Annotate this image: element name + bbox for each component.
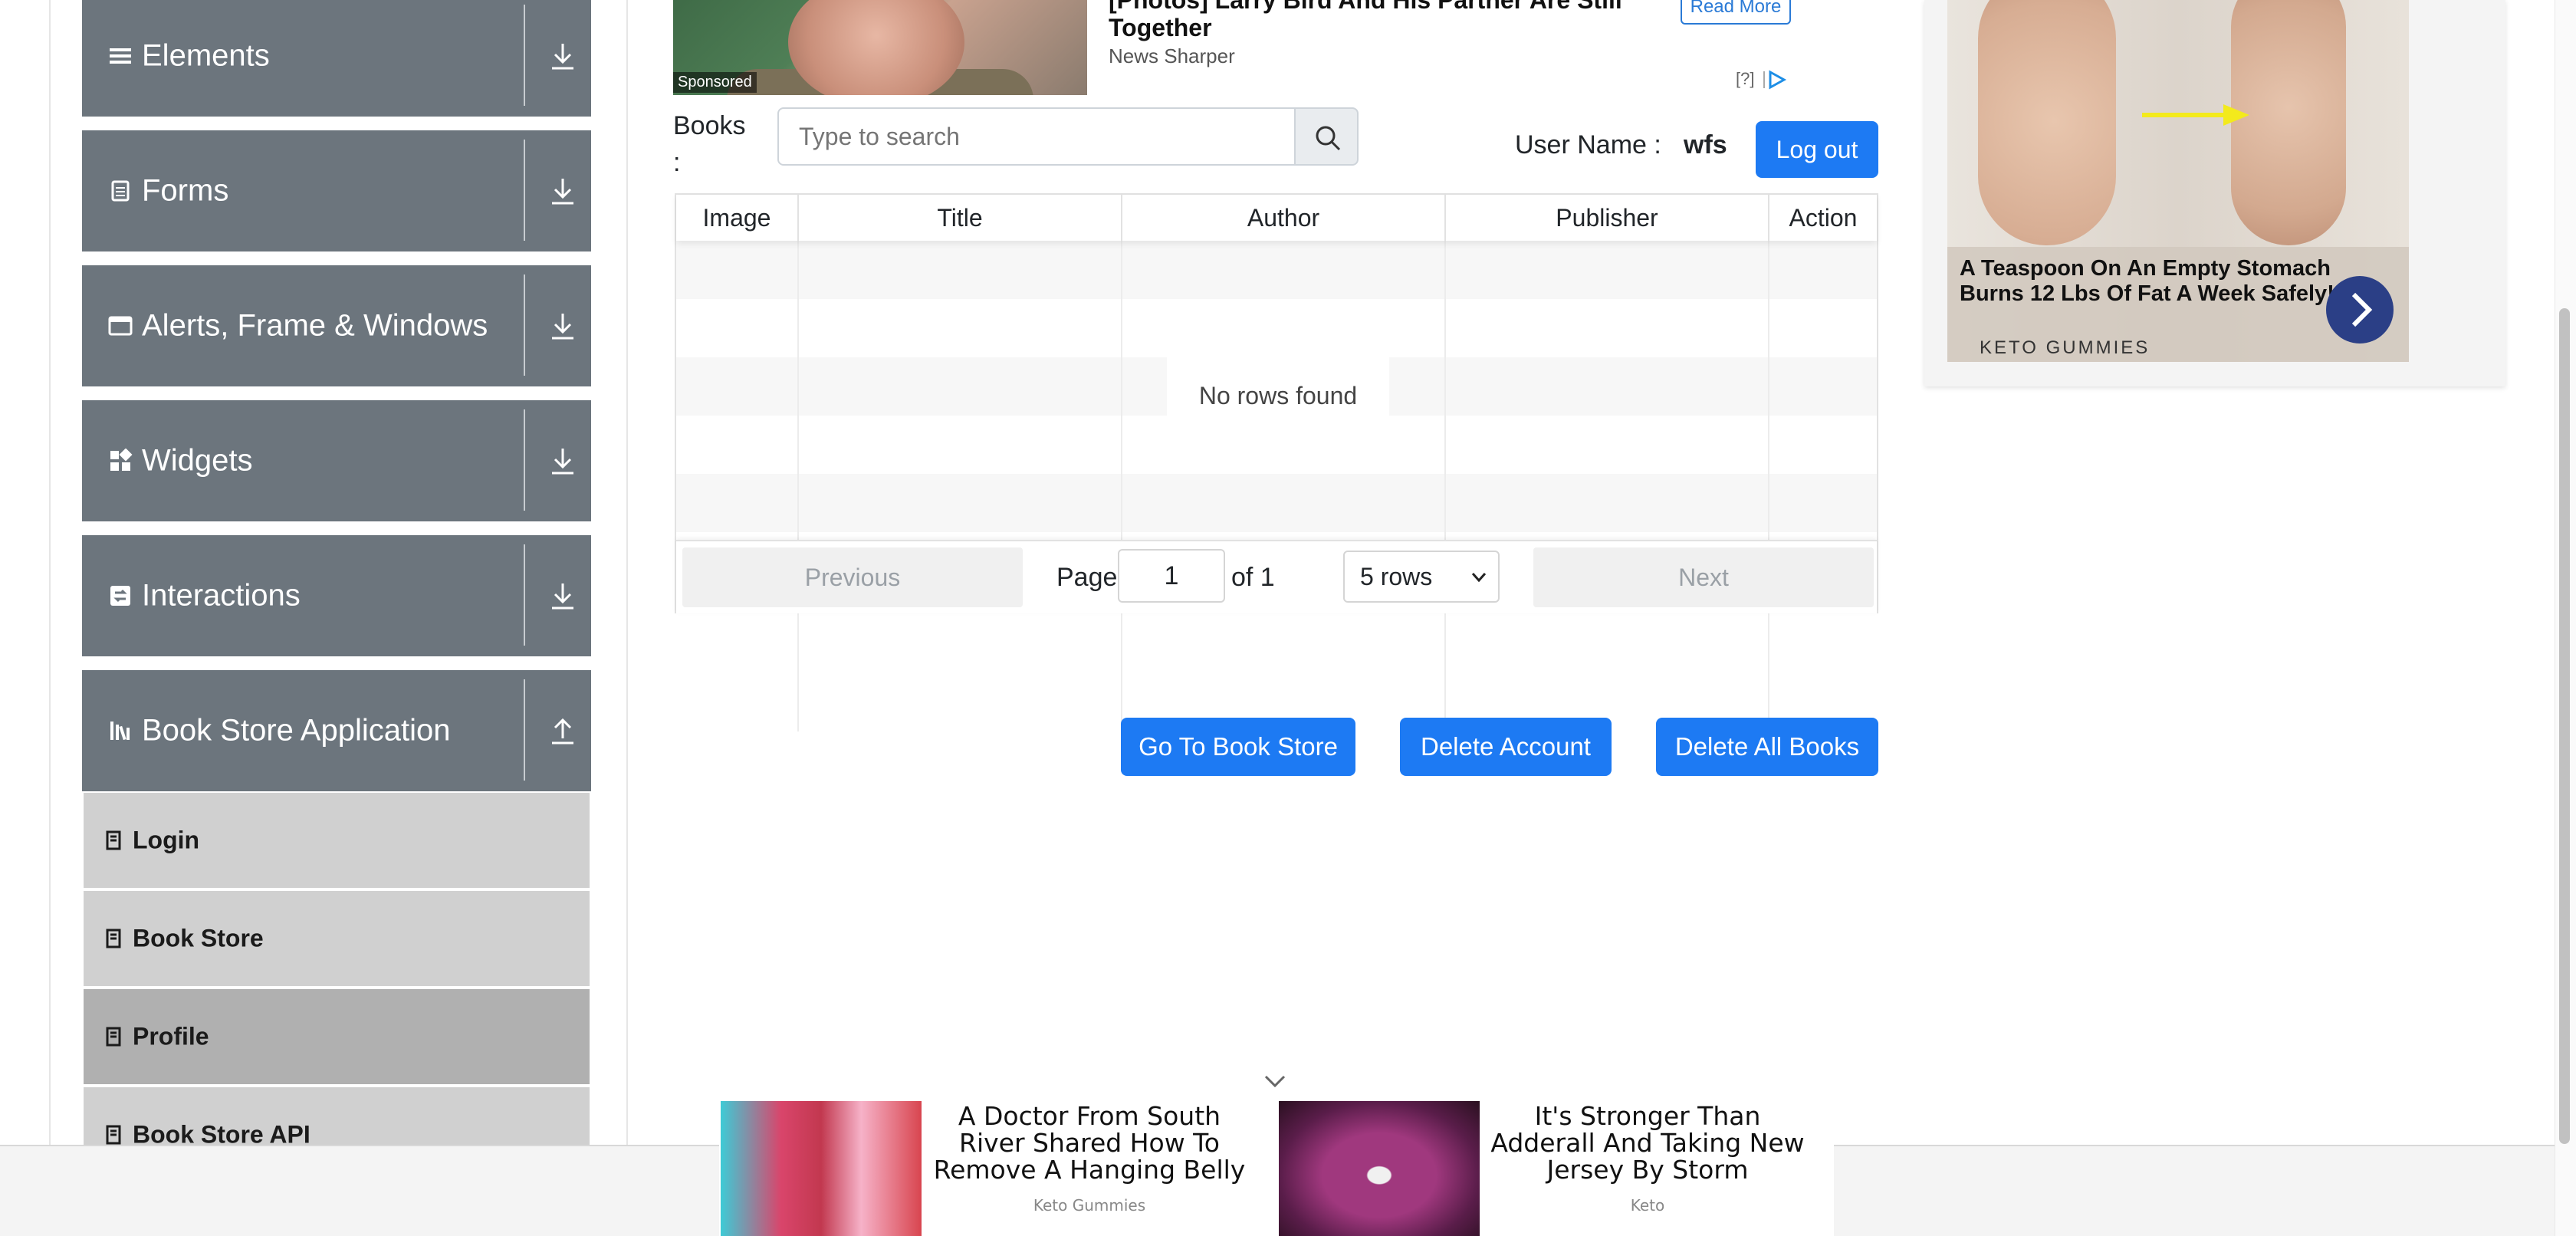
adchoices-triangle-icon bbox=[1763, 70, 1786, 90]
chevron-down-icon bbox=[1471, 573, 1487, 583]
scrollbar-thumb[interactable] bbox=[2559, 308, 2570, 1144]
search-input[interactable] bbox=[777, 107, 1296, 166]
rows-per-page-value: 5 rows bbox=[1360, 563, 1433, 590]
right-ad-text[interactable]: A Teaspoon On An Empty Stomach Burns 12 … bbox=[1960, 256, 2343, 307]
user-name-label: User Name : bbox=[1515, 130, 1661, 159]
column-header-author[interactable]: Author bbox=[1122, 195, 1446, 241]
sidebar-group-label: Forms bbox=[142, 173, 229, 208]
separator bbox=[524, 679, 525, 781]
next-button[interactable]: Next bbox=[1533, 547, 1874, 607]
separator bbox=[524, 409, 525, 511]
table-row bbox=[676, 474, 1877, 532]
sidebar-group-widgets[interactable]: Widgets bbox=[82, 400, 591, 521]
book-icon bbox=[106, 830, 121, 850]
download-arrow-icon[interactable] bbox=[550, 445, 576, 476]
sidebar-group-label: Widgets bbox=[142, 443, 253, 478]
upload-arrow-icon[interactable] bbox=[550, 715, 576, 746]
column-header-image[interactable]: Image bbox=[676, 195, 799, 241]
sidebar-group-book-store-application[interactable]: Book Store Application bbox=[82, 670, 591, 791]
sidebar-item-label: Profile bbox=[133, 1022, 209, 1050]
separator bbox=[524, 5, 525, 106]
books-label: Books : bbox=[673, 111, 746, 177]
bottom-ad-image-1[interactable] bbox=[721, 1101, 922, 1236]
download-arrow-icon[interactable] bbox=[550, 580, 576, 611]
right-ad-go-button[interactable] bbox=[2326, 276, 2394, 344]
sidebar-item-label: Login bbox=[133, 826, 200, 854]
adchoices-icon[interactable]: [?] bbox=[1736, 69, 1787, 90]
delete-all-books-button[interactable]: Delete All Books bbox=[1656, 718, 1878, 776]
page-number-input[interactable]: 1 bbox=[1118, 549, 1225, 603]
bottom-ad-source-2: Keto bbox=[1630, 1196, 1665, 1215]
right-ad-brand: KETO GUMMIES bbox=[1980, 337, 2150, 358]
window-icon bbox=[108, 316, 133, 336]
separator bbox=[524, 544, 525, 646]
sponsored-tag: Sponsored bbox=[673, 72, 757, 93]
book-icon bbox=[106, 1027, 121, 1047]
sidebar-group-label: Interactions bbox=[142, 578, 301, 613]
interactions-icon bbox=[110, 586, 130, 606]
rows-per-page-select[interactable]: 5 rows bbox=[1343, 551, 1500, 603]
no-rows-message: No rows found bbox=[1167, 357, 1389, 422]
table-row bbox=[676, 241, 1877, 299]
top-ad-source: News Sharper bbox=[1109, 44, 1235, 67]
table-header: Image Title Author Publisher Action bbox=[676, 195, 1877, 241]
logout-button[interactable]: Log out bbox=[1756, 121, 1878, 178]
previous-button[interactable]: Previous bbox=[682, 547, 1023, 607]
bottom-ad-text-2[interactable]: It's Stronger Than Adderall And Taking N… bbox=[1481, 1103, 1814, 1183]
form-icon bbox=[111, 180, 130, 202]
sidebar-item-profile[interactable]: Profile bbox=[84, 989, 590, 1084]
widgets-icon bbox=[110, 449, 133, 471]
hamburger-icon bbox=[110, 48, 131, 64]
bottom-ad-image-2[interactable] bbox=[1279, 1101, 1480, 1236]
separator bbox=[524, 274, 525, 376]
sidebar-group-alerts[interactable]: Alerts, Frame & Windows bbox=[82, 265, 591, 386]
download-arrow-icon[interactable] bbox=[550, 311, 576, 341]
sidebar-group-label: Alerts, Frame & Windows bbox=[142, 308, 488, 343]
arrow-right-icon bbox=[2142, 104, 2249, 126]
read-more-button[interactable]: Read More bbox=[1681, 0, 1791, 25]
books-table: Image Title Author Publisher Action No r… bbox=[675, 193, 1878, 731]
bottom-ad-source-1: Keto Gummies bbox=[1033, 1196, 1146, 1215]
sidebar-group-elements[interactable]: Elements bbox=[82, 0, 591, 117]
sidebar-item-login[interactable]: Login bbox=[84, 793, 590, 888]
sidebar-group-label: Elements bbox=[142, 38, 270, 73]
go-to-book-store-button[interactable]: Go To Book Store bbox=[1121, 718, 1355, 776]
column-header-publisher[interactable]: Publisher bbox=[1446, 195, 1769, 241]
download-arrow-icon[interactable] bbox=[550, 41, 576, 71]
pagination-bar: Previous Page 1 of 1 5 rows Next bbox=[676, 540, 1877, 613]
sidebar-group-interactions[interactable]: Interactions bbox=[82, 535, 591, 656]
bottom-ad-text-1[interactable]: A Doctor From South River Shared How To … bbox=[923, 1103, 1256, 1183]
table-row bbox=[676, 416, 1877, 474]
search-icon bbox=[1316, 126, 1341, 151]
top-ad-title[interactable]: [Photos] Larry Bird And His Partner Are … bbox=[1109, 0, 1645, 41]
column-header-title[interactable]: Title bbox=[799, 195, 1122, 241]
collapse-chevron-icon[interactable] bbox=[1263, 1073, 1286, 1089]
separator bbox=[524, 140, 525, 241]
chevron-right-icon bbox=[2351, 292, 2373, 327]
page-total: of 1 bbox=[1231, 563, 1275, 592]
column-header-action[interactable]: Action bbox=[1769, 195, 1877, 241]
table-row bbox=[676, 299, 1877, 357]
sidebar-group-label: Book Store Application bbox=[142, 713, 451, 748]
search-button[interactable] bbox=[1294, 107, 1359, 166]
book-icon bbox=[106, 1125, 121, 1145]
adchoices-label: [?] bbox=[1736, 69, 1755, 88]
sidebar-item-label: Book Store bbox=[133, 924, 264, 952]
download-arrow-icon[interactable] bbox=[550, 176, 576, 206]
user-name-value: wfs bbox=[1684, 130, 1727, 159]
library-icon bbox=[110, 722, 130, 741]
sidebar-group-forms[interactable]: Forms bbox=[82, 130, 591, 251]
delete-account-button[interactable]: Delete Account bbox=[1400, 718, 1612, 776]
book-icon bbox=[106, 929, 121, 948]
page-label: Page bbox=[1056, 563, 1118, 592]
sidebar-item-book-store[interactable]: Book Store bbox=[84, 891, 590, 986]
